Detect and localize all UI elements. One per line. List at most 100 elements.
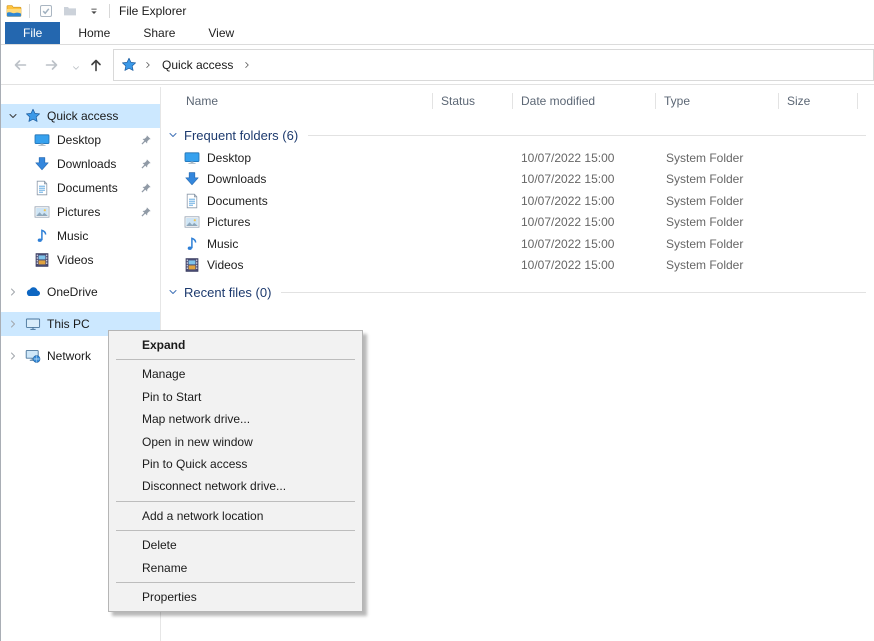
sidebar-spacer	[1, 272, 160, 280]
up-button[interactable]	[87, 56, 105, 74]
videos-icon	[34, 252, 50, 268]
quick-access-star-icon	[25, 108, 41, 124]
back-arrow-icon	[12, 57, 28, 73]
file-type: System Folder	[656, 151, 779, 165]
title-bar: File Explorer	[1, 0, 874, 22]
properties-check-icon	[38, 3, 54, 19]
chevron-down-icon[interactable]	[167, 129, 179, 141]
file-row-documents[interactable]: Documents 10/07/2022 15:00 System Folder	[161, 190, 874, 212]
chevron-right-icon[interactable]	[7, 286, 19, 298]
group-header-frequent-folders[interactable]: Frequent folders (6)	[161, 125, 874, 145]
sidebar-item-desktop[interactable]: Desktop	[1, 128, 160, 152]
menu-item-pin-to-quick-access[interactable]: Pin to Quick access	[109, 453, 362, 475]
file-row-pictures[interactable]: Pictures 10/07/2022 15:00 System Folder	[161, 212, 874, 234]
qat-properties-button[interactable]	[37, 3, 54, 20]
file-date-modified: 10/07/2022 15:00	[513, 215, 656, 229]
file-name: Videos	[207, 258, 243, 272]
sidebar-item-documents[interactable]: Documents	[1, 176, 160, 200]
sidebar-item-label: Network	[47, 349, 91, 363]
file-date-modified: 10/07/2022 15:00	[513, 172, 656, 186]
new-folder-icon	[62, 3, 78, 19]
sidebar-item-label: Videos	[57, 253, 93, 267]
sidebar-item-videos[interactable]: Videos	[1, 248, 160, 272]
group-header-recent-files[interactable]: Recent files (0)	[161, 282, 874, 302]
file-name: Desktop	[207, 151, 251, 165]
column-header-size[interactable]: Size	[779, 87, 858, 115]
file-name: Music	[207, 237, 238, 251]
titlebar-separator-2	[109, 4, 110, 18]
qat-customize-dropdown-button[interactable]	[85, 3, 102, 20]
file-name: Downloads	[207, 172, 266, 186]
chevron-right-icon[interactable]	[7, 350, 19, 362]
column-header-date-modified[interactable]: Date modified	[513, 87, 656, 115]
tab-view[interactable]: View	[193, 22, 249, 44]
sidebar-item-downloads[interactable]: Downloads	[1, 152, 160, 176]
menu-item-pin-to-start[interactable]: Pin to Start	[109, 386, 362, 408]
desktop-icon	[184, 150, 200, 166]
menu-item-disconnect-network-drive[interactable]: Disconnect network drive...	[109, 475, 362, 497]
menu-separator	[116, 359, 355, 360]
file-row-videos[interactable]: Videos 10/07/2022 15:00 System Folder	[161, 255, 874, 277]
titlebar-separator	[29, 4, 30, 18]
breadcrumb-chevron-icon[interactable]	[143, 60, 153, 70]
column-header-status[interactable]: Status	[433, 87, 513, 115]
tab-share[interactable]: Share	[128, 22, 190, 44]
forward-button[interactable]	[43, 56, 61, 74]
documents-icon	[34, 180, 50, 196]
file-type: System Folder	[656, 194, 779, 208]
pin-icon	[140, 134, 152, 146]
menu-item-properties[interactable]: Properties	[109, 586, 362, 608]
menu-item-open-in-new-window[interactable]: Open in new window	[109, 431, 362, 453]
sidebar-item-quick-access[interactable]: Quick access	[1, 104, 160, 128]
chevron-right-icon[interactable]	[7, 318, 19, 330]
file-row-downloads[interactable]: Downloads 10/07/2022 15:00 System Folder	[161, 169, 874, 191]
pin-icon	[140, 206, 152, 218]
menu-item-delete[interactable]: Delete	[109, 534, 362, 556]
desktop-icon	[34, 132, 50, 148]
file-type: System Folder	[656, 258, 779, 272]
quick-access-star-icon	[121, 57, 137, 73]
recent-locations-button[interactable]	[67, 59, 85, 77]
menu-item-rename[interactable]: Rename	[109, 557, 362, 579]
up-arrow-icon	[88, 57, 104, 73]
tab-home[interactable]: Home	[63, 22, 125, 44]
menu-item-map-network-drive[interactable]: Map network drive...	[109, 408, 362, 430]
file-type: System Folder	[656, 215, 779, 229]
address-bar-row: Quick access	[1, 45, 874, 85]
tab-file[interactable]: File	[5, 22, 60, 44]
sidebar-item-music[interactable]: Music	[1, 224, 160, 248]
menu-item-add-a-network-location[interactable]: Add a network location	[109, 505, 362, 527]
column-header-type[interactable]: Type	[656, 87, 779, 115]
menu-separator	[116, 501, 355, 502]
network-icon	[25, 348, 41, 364]
breadcrumb-quick-access[interactable]: Quick access	[159, 58, 236, 72]
videos-icon	[184, 257, 200, 273]
sidebar-item-label: Downloads	[57, 157, 116, 171]
customize-dropdown-icon	[88, 5, 100, 17]
sidebar-item-onedrive[interactable]: OneDrive	[1, 280, 160, 304]
address-bar[interactable]: Quick access	[113, 49, 874, 81]
menu-item-manage[interactable]: Manage	[109, 363, 362, 385]
chevron-down-icon[interactable]	[7, 110, 19, 122]
group-label: Frequent folders (6)	[184, 128, 298, 143]
forward-arrow-icon	[44, 57, 60, 73]
chevron-down-icon[interactable]	[167, 286, 179, 298]
back-button[interactable]	[11, 56, 29, 74]
ribbon-tabs: File Home Share View	[1, 22, 874, 45]
context-menu: Expand Manage Pin to Start Map network d…	[108, 330, 363, 612]
qat-new-folder-button[interactable]	[61, 3, 78, 20]
group-divider-line	[281, 292, 866, 293]
file-name: Documents	[207, 194, 268, 208]
this-pc-icon	[25, 316, 41, 332]
file-name: Pictures	[207, 215, 250, 229]
menu-item-expand[interactable]: Expand	[109, 334, 362, 356]
file-row-music[interactable]: Music 10/07/2022 15:00 System Folder	[161, 233, 874, 255]
group-label: Recent files (0)	[184, 285, 271, 300]
sidebar-item-pictures[interactable]: Pictures	[1, 200, 160, 224]
sidebar-spacer	[1, 304, 160, 312]
breadcrumb-chevron-icon-2[interactable]	[242, 60, 252, 70]
file-explorer-window: File Explorer File Home Share View Quick…	[0, 0, 874, 641]
column-header-name[interactable]: Name	[161, 87, 433, 115]
onedrive-icon	[25, 284, 41, 300]
file-row-desktop[interactable]: Desktop 10/07/2022 15:00 System Folder	[161, 147, 874, 169]
